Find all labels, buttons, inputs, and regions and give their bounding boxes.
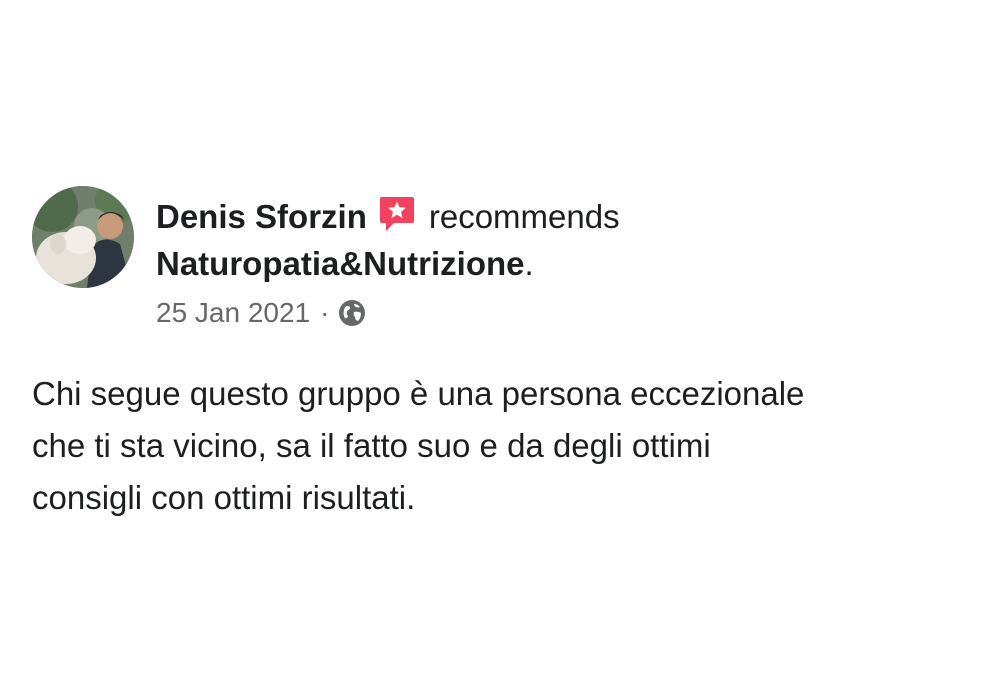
globe-icon[interactable] xyxy=(337,298,367,328)
post-date[interactable]: 25 Jan 2021 xyxy=(156,295,310,331)
avatar[interactable] xyxy=(32,186,134,288)
post-header: Denis Sforzin recommends Naturopatia&Nut… xyxy=(32,186,962,346)
post-body: Chi segue questo gruppo è una persona ec… xyxy=(32,375,805,516)
recommends-verb: recommends xyxy=(428,198,620,235)
recommendation-post: Denis Sforzin recommends Naturopatia&Nut… xyxy=(32,186,962,524)
post-meta: Denis Sforzin recommends Naturopatia&Nut… xyxy=(156,194,956,331)
post-info: 25 Jan 2021 · xyxy=(156,295,956,331)
page-name-period: . xyxy=(524,245,534,282)
page-name-link[interactable]: Naturopatia&Nutrizione xyxy=(156,245,525,282)
headline: Denis Sforzin recommends xyxy=(156,194,956,239)
author-name[interactable]: Denis Sforzin xyxy=(156,198,367,235)
dot-separator: · xyxy=(320,297,330,328)
recommendation-star-icon xyxy=(377,194,417,234)
recommended-page: Naturopatia&Nutrizione. xyxy=(156,239,956,289)
